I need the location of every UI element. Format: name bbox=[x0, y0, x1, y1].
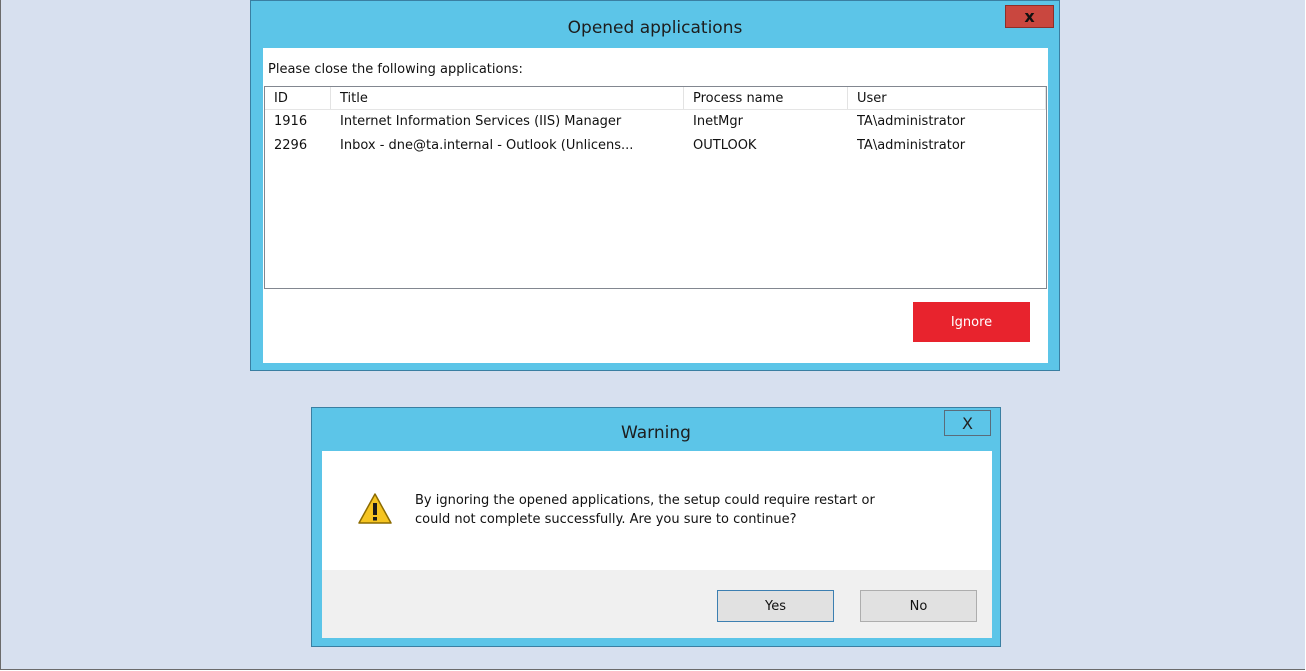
warning-window: Warning X By ignoring the opened applica… bbox=[311, 407, 1001, 647]
cell-id: 1916 bbox=[274, 114, 308, 129]
column-header-process-name[interactable]: Process name bbox=[684, 87, 848, 109]
list-header: ID Title Process name User bbox=[265, 87, 1046, 110]
warning-message: By ignoring the opened applications, the… bbox=[415, 491, 875, 529]
cell-id: 2296 bbox=[274, 138, 308, 153]
cell-title: Internet Information Services (IIS) Mana… bbox=[340, 114, 622, 129]
instruction-text: Please close the following applications: bbox=[268, 62, 523, 77]
table-row[interactable]: 2296 Inbox - dne@ta.internal - Outlook (… bbox=[265, 135, 1046, 157]
close-button[interactable]: X bbox=[944, 410, 991, 436]
table-row[interactable]: 1916 Internet Information Services (IIS)… bbox=[265, 111, 1046, 133]
column-header-id[interactable]: ID bbox=[265, 87, 331, 109]
opened-applications-window: Opened applications x Please close the f… bbox=[250, 0, 1060, 371]
button-bar: Yes No bbox=[322, 570, 992, 638]
cell-process-name: InetMgr bbox=[693, 114, 743, 129]
window-title: Opened applications bbox=[567, 18, 743, 38]
applications-list[interactable]: ID Title Process name User 1916 Internet… bbox=[264, 86, 1047, 289]
cell-user: TA\administrator bbox=[857, 114, 966, 129]
yes-button[interactable]: Yes bbox=[717, 590, 834, 622]
cell-user: TA\administrator bbox=[857, 138, 966, 153]
no-button[interactable]: No bbox=[860, 590, 977, 622]
window-content: By ignoring the opened applications, the… bbox=[322, 451, 992, 638]
column-header-title[interactable]: Title bbox=[331, 87, 684, 109]
message-line: could not complete successfully. Are you… bbox=[415, 512, 797, 527]
cell-title: Inbox - dne@ta.internal - Outlook (Unlic… bbox=[340, 138, 634, 153]
window-content: Please close the following applications:… bbox=[263, 48, 1048, 363]
column-header-user[interactable]: User bbox=[848, 87, 1046, 109]
ignore-button[interactable]: Ignore bbox=[913, 302, 1030, 342]
desktop-background: Opened applications x Please close the f… bbox=[0, 0, 1305, 670]
close-button[interactable]: x bbox=[1005, 5, 1054, 28]
warning-triangle-icon bbox=[358, 493, 392, 524]
cell-process-name: OUTLOOK bbox=[693, 138, 757, 153]
message-line: By ignoring the opened applications, the… bbox=[415, 493, 875, 508]
window-title: Warning bbox=[621, 423, 691, 443]
